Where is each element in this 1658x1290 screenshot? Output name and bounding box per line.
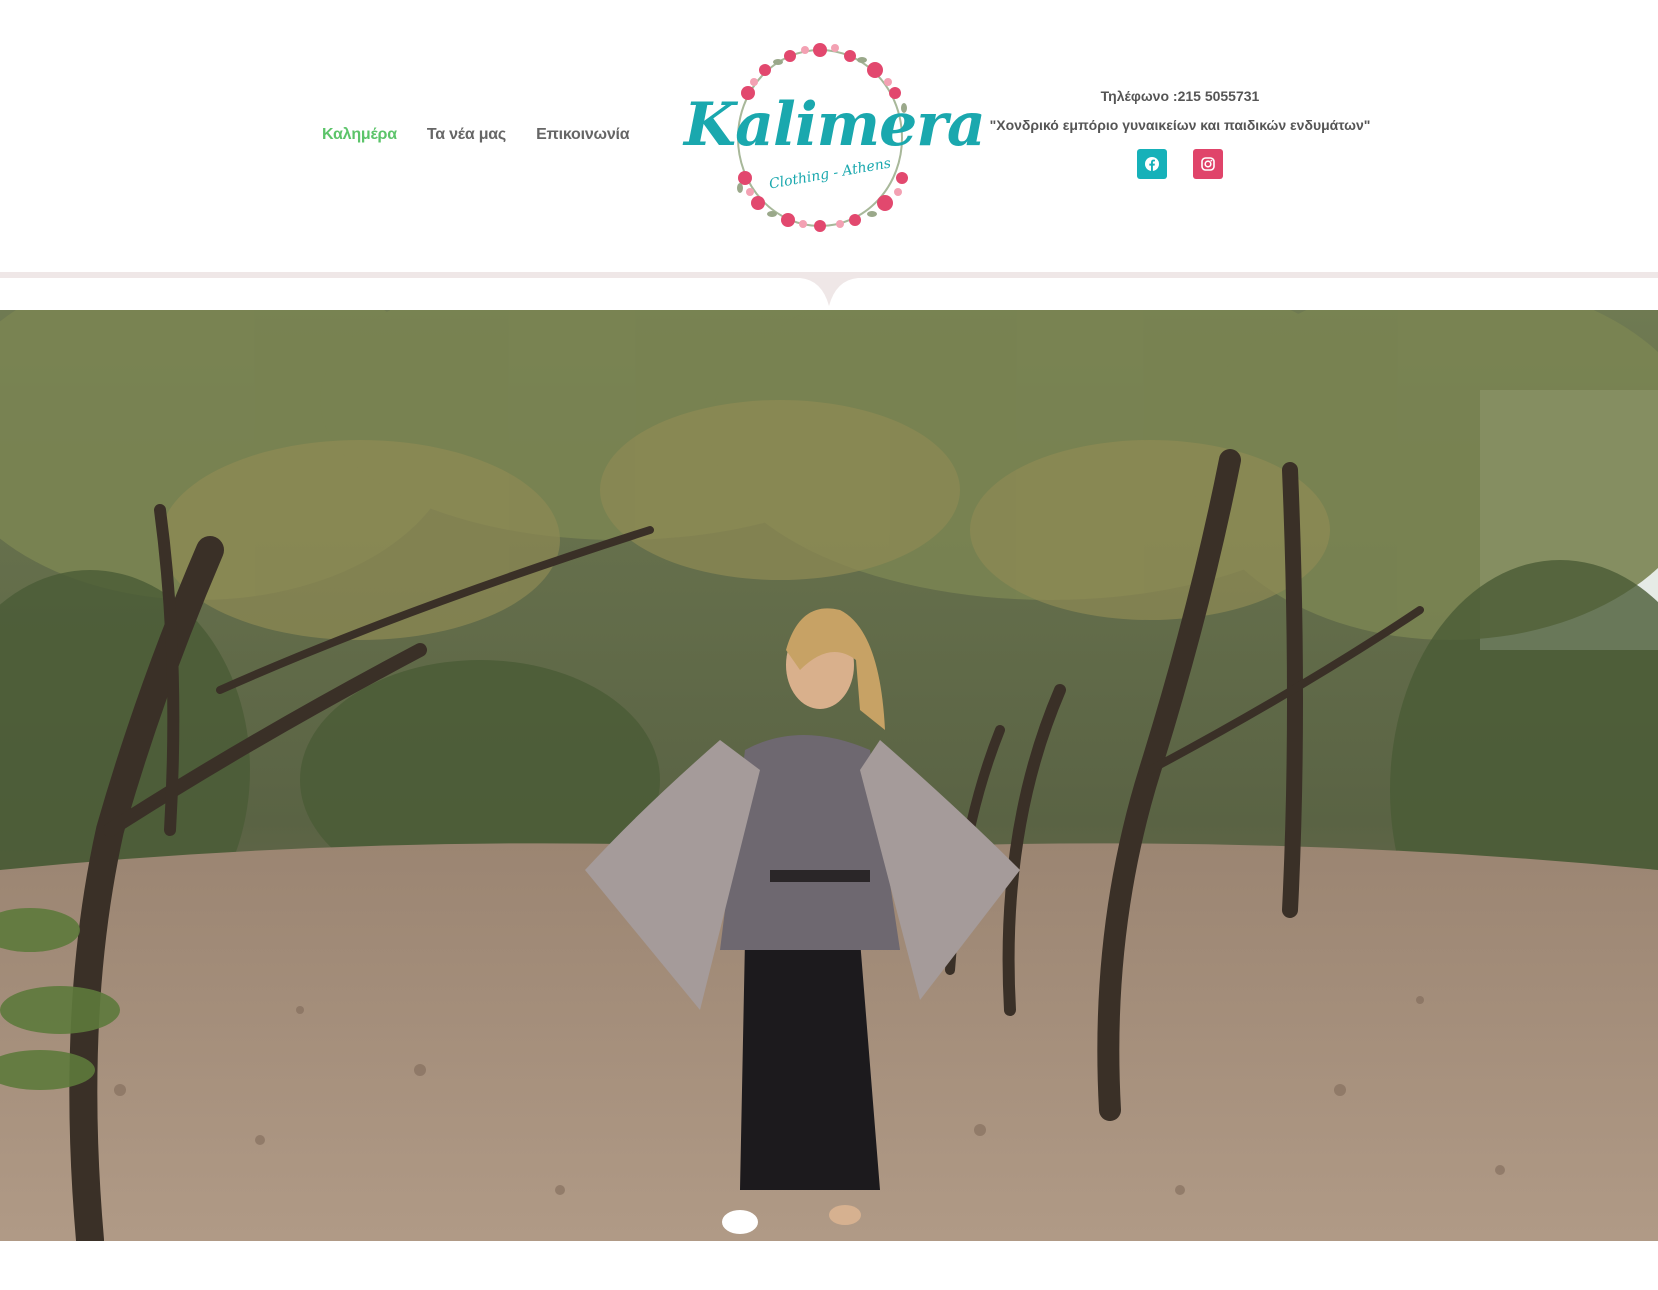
social-links [980, 149, 1380, 179]
hero-forest-image [0, 310, 1658, 1241]
brand-logo[interactable]: Kalimera Clothing - Athens [684, 38, 986, 238]
logo-title: Kalimera [684, 90, 986, 160]
company-tagline: "Χονδρικό εμπόριο γυναικείων και παιδικώ… [989, 117, 1371, 133]
main-nav: Καλημέρα Τα νέα μας Επικοινωνία [322, 126, 630, 144]
contact-block: Τηλέφωνο :215 5055731 "Χονδρικό εμπόριο … [980, 88, 1380, 179]
facebook-button[interactable] [1137, 149, 1167, 179]
nav-item-contact[interactable]: Επικοινωνία [536, 126, 630, 144]
instagram-button[interactable] [1193, 149, 1223, 179]
hero-video[interactable] [0, 310, 1658, 1241]
header-divider [0, 272, 1658, 306]
instagram-icon [1201, 157, 1215, 171]
nav-item-news[interactable]: Τα νέα μας [427, 126, 506, 144]
facebook-icon [1145, 157, 1159, 171]
nav-item-kalimera[interactable]: Καλημέρα [322, 126, 397, 144]
site-header: Καλημέρα Τα νέα μας Επικοινωνία Kalimera… [0, 0, 1658, 306]
phone-number: Τηλέφωνο :215 5055731 [1100, 88, 1260, 104]
